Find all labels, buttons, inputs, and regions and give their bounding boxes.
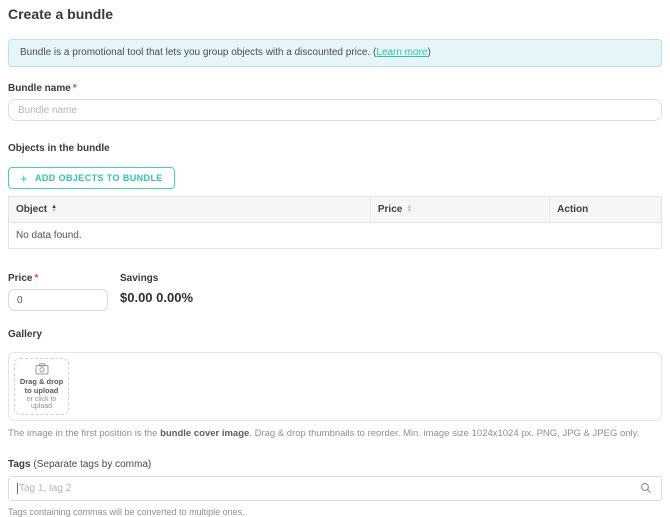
objects-section-label: Objects in the bundle [8,143,662,154]
savings-value: $0.00 0.00% [120,290,193,305]
sort-arrows-icon[interactable] [51,206,57,213]
objects-table-header: Object Price Action [9,197,661,223]
required-asterisk: * [34,273,38,284]
column-header-action-label: Action [557,204,588,215]
upload-dropzone[interactable]: Drag & drop to upload or click to upload [14,358,69,415]
upload-text-primary: Drag & drop to upload [17,377,66,396]
tags-helper-text: Tags containing commas will be converted… [8,507,662,517]
table-empty-row: No data found. [9,223,661,248]
add-objects-button-label: ADD OBJECTS TO BUNDLE [35,173,163,183]
learn-more-link[interactable]: Learn more [376,47,427,58]
page-title: Create a bundle [8,6,662,22]
banner-text: Bundle is a promotional tool that lets y… [20,47,376,58]
gallery-caption-suffix: . Drag & drop thumbnails to reorder. Min… [249,428,639,439]
tags-field [8,476,662,501]
gallery-container: Drag & drop to upload or click to upload [8,352,662,421]
price-input[interactable] [8,289,108,311]
gallery-caption-bold: bundle cover image [160,428,249,439]
gallery-caption: The image in the first position is the b… [8,428,662,439]
upload-text-secondary: or click to upload [17,396,66,410]
image-upload-icon [35,363,49,375]
column-header-object[interactable]: Object [9,197,371,222]
gallery-caption-prefix: The image in the first position is the [8,428,160,439]
text-cursor [17,483,18,494]
plus-icon: + [20,172,28,185]
column-header-action: Action [550,197,661,222]
sort-arrows-icon[interactable] [406,206,412,213]
price-label: Price* [8,273,108,284]
add-objects-to-bundle-button[interactable]: + ADD OBJECTS TO BUNDLE [8,167,175,189]
bundle-name-input[interactable] [8,99,662,121]
tags-input[interactable] [8,476,662,501]
bundle-name-label-text: Bundle name [8,83,71,94]
column-header-object-label: Object [16,204,47,215]
column-header-price-label: Price [378,204,402,215]
savings-label: Savings [120,273,193,284]
price-label-text: Price [8,273,32,284]
info-banner: Bundle is a promotional tool that lets y… [8,39,662,67]
objects-table: Object Price Action No data found. [8,196,662,249]
required-asterisk: * [73,83,77,94]
gallery-label: Gallery [8,329,662,340]
search-icon[interactable] [640,482,652,494]
banner-text-suffix: ) [427,47,430,58]
bundle-name-label: Bundle name* [8,83,662,94]
column-header-price[interactable]: Price [371,197,550,222]
